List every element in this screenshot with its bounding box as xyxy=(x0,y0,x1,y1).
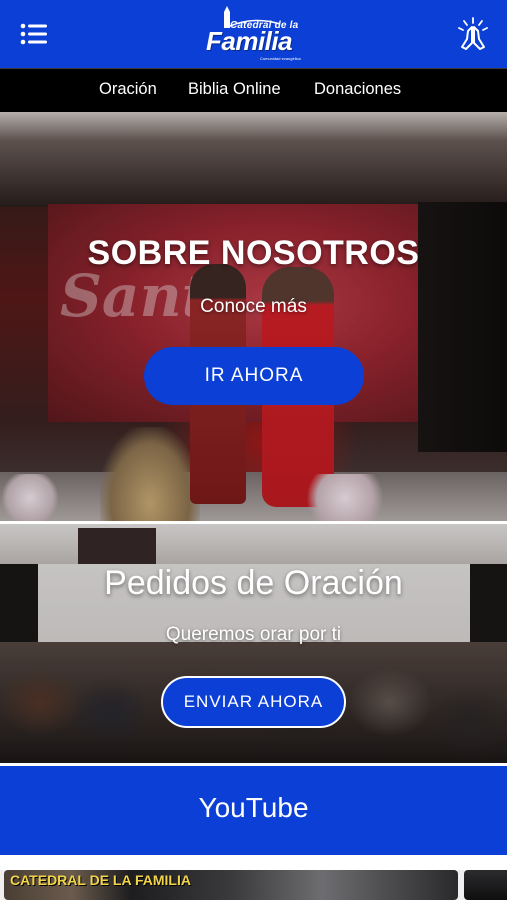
hamburger-menu-icon xyxy=(20,23,47,45)
spacer xyxy=(0,855,507,870)
enviar-ahora-button[interactable]: ENVIAR AHORA xyxy=(161,676,346,728)
top-header: Catedral de la Familia Comunidad evangél… xyxy=(0,0,507,68)
video-carousel: CATEDRAL DE LA FAMILIA xyxy=(0,870,507,900)
top-nav: Oración Biblia Online Donaciones xyxy=(0,68,507,112)
about-title: SOBRE NOSOTROS xyxy=(87,234,420,272)
nav-item-biblia-online[interactable]: Biblia Online xyxy=(188,80,281,99)
youtube-banner: YouTube xyxy=(0,766,507,855)
video-thumbnail[interactable]: CATEDRAL DE LA FAMILIA xyxy=(4,870,458,900)
ir-ahora-button[interactable]: IR AHORA xyxy=(144,347,364,405)
logo-sub-text: Comunidad evangélica xyxy=(260,56,301,61)
brand-logo[interactable]: Catedral de la Familia Comunidad evangél… xyxy=(200,6,308,64)
video-thumbnail[interactable] xyxy=(464,870,507,900)
app-root: Catedral de la Familia Comunidad evangél… xyxy=(0,0,507,900)
nav-item-oracion[interactable]: Oración xyxy=(99,80,157,99)
prayer-title: Pedidos de Oración xyxy=(104,564,403,602)
youtube-title: YouTube xyxy=(198,792,309,823)
prayer-subtitle: Queremos orar por ti xyxy=(165,624,342,645)
pray-button[interactable] xyxy=(458,17,488,51)
about-hero-banner: Santa SOBRE NOSOTROS Conoce más IR AHORA xyxy=(0,112,507,522)
video-thumbnail-label: CATEDRAL DE LA FAMILIA xyxy=(10,872,191,888)
nav-item-donaciones[interactable]: Donaciones xyxy=(314,80,401,99)
about-subtitle: Conoce más xyxy=(200,296,307,317)
prayer-hero-banner: Pedidos de Oración Queremos orar por ti … xyxy=(0,524,507,764)
praying-hands-icon xyxy=(458,17,488,50)
menu-button[interactable] xyxy=(18,20,50,48)
logo-main-text: Familia xyxy=(206,26,293,56)
